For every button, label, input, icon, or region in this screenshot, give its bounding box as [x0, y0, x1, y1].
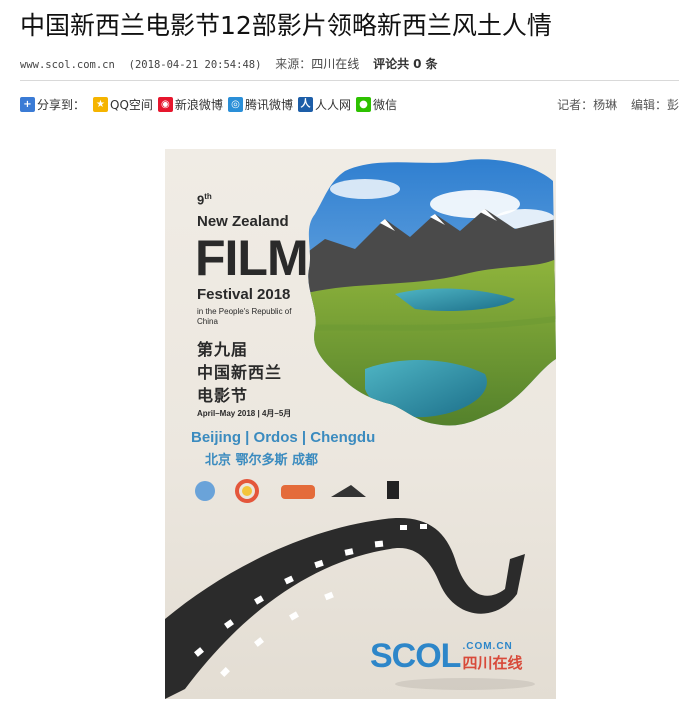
sponsor-logo-1-icon	[195, 481, 215, 501]
watermark-right: .COM.CN 四川在线	[462, 641, 522, 673]
share-label: 分享到：	[37, 98, 86, 112]
share-weibo-label: 新浪微博	[174, 98, 223, 112]
watermark-cn: 四川在线	[462, 653, 523, 672]
source-label: 来源：	[275, 57, 312, 71]
share-wechat[interactable]: ● 微信	[355, 96, 397, 113]
watermark-domain: .COM.CN	[462, 640, 513, 652]
site-url[interactable]: www.scol.com.cn	[20, 59, 115, 71]
share-label-group[interactable]: + 分享到：	[20, 96, 85, 113]
publish-datetime: (2018-04-21 20:54:48)	[128, 59, 262, 71]
sponsor-logo-3-icon	[281, 485, 315, 499]
renren-icon: 人	[297, 97, 313, 112]
poster-dates: April–May 2018 | 4月–5月	[197, 409, 292, 418]
watermark-scol: SCOL	[370, 637, 461, 675]
tencent-weibo-icon: ◎	[227, 97, 243, 112]
article-image-poster[interactable]: 9th New Zealand FILM Festival 2018 in th…	[165, 149, 556, 699]
poster-headline: FILM	[195, 230, 309, 286]
comment-suffix: 条	[425, 57, 438, 71]
byline: 记者：杨琳 编辑：彭	[547, 96, 679, 113]
poster-cn-line1: 第九届	[197, 340, 249, 359]
poster-edition: 9th	[197, 192, 212, 207]
share-tencent-weibo[interactable]: ◎ 腾讯微博	[227, 96, 293, 113]
share-renren[interactable]: 人 人人网	[297, 96, 351, 113]
comment-link[interactable]: 评论共 0 条	[373, 57, 437, 71]
scol-watermark: SCOL .COM.CN 四川在线	[370, 637, 522, 676]
share-plus-icon: +	[20, 97, 35, 112]
share-qzone-label: QQ空间	[110, 98, 153, 112]
share-weibo[interactable]: ◉ 新浪微博	[157, 96, 223, 113]
poster-cities-en: Beijing | Ordos | Chengdu	[191, 429, 376, 446]
share-wechat-label: 微信	[372, 98, 397, 112]
comment-count: 0	[413, 57, 422, 71]
article-meta: www.scol.com.cn (2018-04-21 20:54:48) 来源…	[20, 55, 438, 72]
reporter: 记者：杨琳	[557, 98, 618, 112]
article-title: 中国新西兰电影节12部影片领略新西兰风土人情	[20, 11, 552, 40]
poster-festival: Festival 2018	[197, 286, 291, 303]
poster-edition-sup: th	[204, 192, 212, 201]
poster-cities-cn: 北京 鄂尔多斯 成都	[205, 453, 319, 468]
poster-subtitle: New Zealand	[197, 213, 289, 230]
share-tencent-weibo-label: 腾讯微博	[244, 98, 293, 112]
sponsor-logo-5-icon	[387, 481, 399, 499]
qzone-icon: ★	[93, 97, 109, 112]
sponsor-logo-4-icon	[331, 485, 366, 497]
share-renren-label: 人人网	[314, 98, 351, 112]
poster-cn-line3: 电影节	[197, 386, 249, 405]
share-qzone[interactable]: ★ QQ空间	[93, 96, 153, 113]
header-divider	[20, 80, 679, 81]
editor: 编辑：彭	[630, 98, 679, 112]
landscape-illustration	[308, 159, 556, 426]
wechat-icon: ●	[355, 97, 371, 112]
poster-prc: in the People's Republic of China	[197, 307, 292, 326]
poster-cn-line2: 中国新西兰	[197, 363, 283, 382]
comment-prefix: 评论共	[373, 57, 410, 71]
source-name[interactable]: 四川在线	[311, 57, 359, 71]
share-bar: + 分享到： ★ QQ空间 ◉ 新浪微博 ◎ 腾讯微博 人 人人网 ● 微信	[20, 96, 402, 113]
weibo-icon: ◉	[157, 97, 173, 112]
